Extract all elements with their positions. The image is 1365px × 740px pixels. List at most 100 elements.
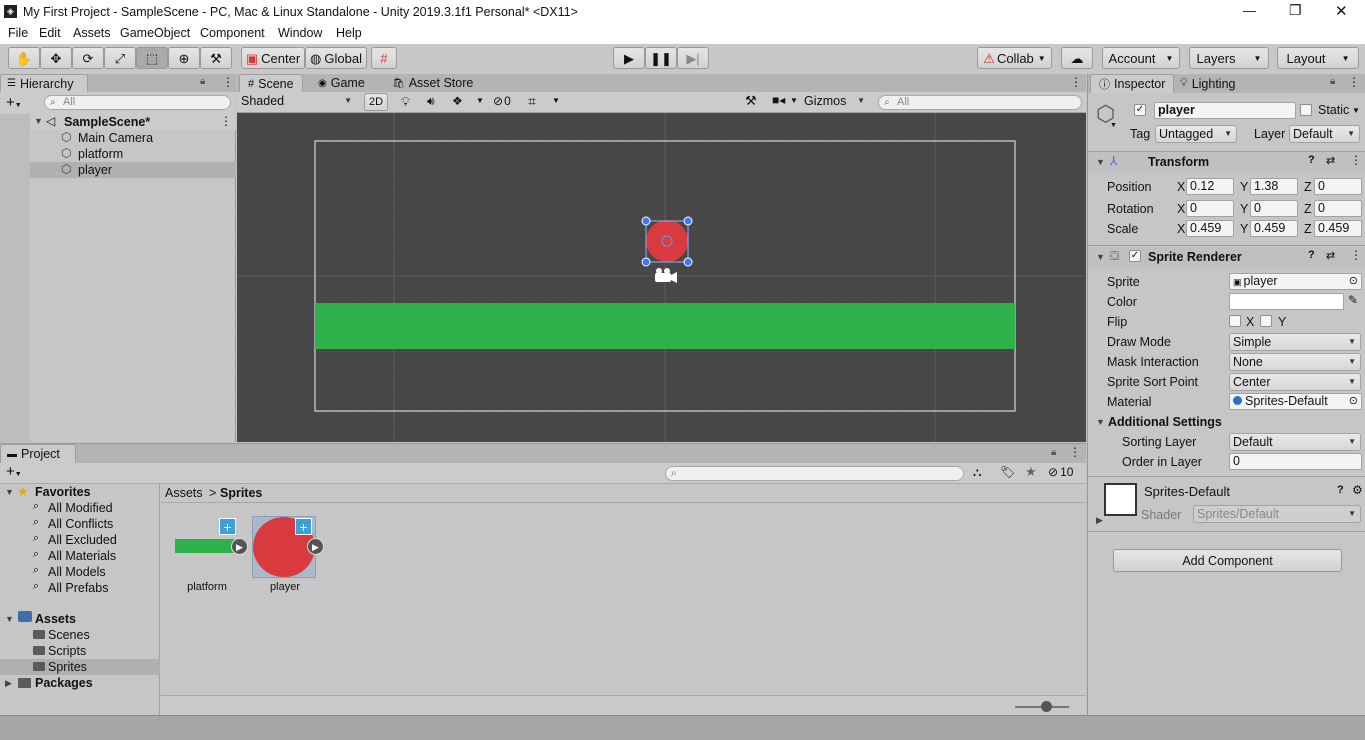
scale-z-field[interactable]: 0.459: [1314, 220, 1362, 237]
eyedropper-icon[interactable]: ✎: [1348, 293, 1358, 307]
search-by-label-icon[interactable]: 🏷︎: [1000, 465, 1015, 479]
sprite-field[interactable]: ▣ player ⊙: [1229, 273, 1362, 290]
audio-toggle-icon[interactable]: 🔊︎: [427, 94, 435, 109]
folder-item-scenes[interactable]: Scenes: [48, 628, 90, 642]
object-picker-icon[interactable]: ⊙: [1349, 394, 1358, 409]
scale-x-field[interactable]: 0.459: [1186, 220, 1234, 237]
preset-icon[interactable]: ⇄: [1326, 154, 1335, 167]
favorite-item[interactable]: All Modified: [48, 501, 113, 515]
tab-inspector[interactable]: ⓘ Inspector: [1090, 74, 1175, 93]
component-menu-icon[interactable]: ⋮: [1350, 248, 1362, 262]
expand-arrow-icon[interactable]: ▼: [5, 487, 14, 497]
tag-dropdown[interactable]: Untagged: [1155, 125, 1237, 143]
material-field[interactable]: Sprites-Default ⊙: [1229, 393, 1362, 410]
effects-toggle-icon[interactable]: ❖: [452, 94, 463, 108]
create-button[interactable]: +▼: [6, 94, 22, 111]
hierarchy-search-input[interactable]: ⌕ All: [44, 95, 231, 110]
search-by-type-icon[interactable]: ⛬: [973, 465, 981, 480]
position-x-field[interactable]: 0.12: [1186, 178, 1234, 195]
panel-menu-icon[interactable]: ⋮: [222, 75, 234, 89]
rect-tool-button[interactable]: ⬚: [136, 47, 168, 69]
favorite-item[interactable]: All Models: [48, 565, 106, 579]
scene-viewport[interactable]: [237, 113, 1086, 442]
cloud-button[interactable]: ☁: [1061, 47, 1093, 69]
active-checkbox[interactable]: ✓: [1134, 104, 1146, 116]
assets-folder-label[interactable]: Assets: [35, 612, 76, 626]
layer-dropdown[interactable]: Default: [1289, 125, 1360, 143]
favorite-item[interactable]: All Conflicts: [48, 517, 113, 531]
sprite-renderer-header[interactable]: ▼ ⛋ ✓ Sprite Renderer ? ⇄ ⋮: [1088, 247, 1365, 267]
asset-tile-player[interactable]: + ▶ player: [251, 514, 324, 600]
folder-item-scripts[interactable]: Scripts: [48, 644, 86, 658]
tab-asset-store[interactable]: 🛍︎ Asset Store: [384, 74, 481, 92]
favorite-item[interactable]: All Excluded: [48, 533, 117, 547]
additional-settings-label[interactable]: Additional Settings: [1108, 415, 1222, 429]
rect-handle[interactable]: [641, 257, 651, 267]
hand-tool-button[interactable]: ✋: [8, 47, 40, 69]
collapse-arrow-icon[interactable]: ▶: [5, 678, 12, 689]
maximize-button[interactable]: ❐: [1289, 2, 1302, 19]
menu-component[interactable]: Component: [200, 26, 265, 40]
scene-canvas[interactable]: [237, 113, 1086, 442]
panel-menu-icon[interactable]: ⋮: [1069, 445, 1081, 459]
rotate-tool-button[interactable]: ⟳: [72, 47, 104, 69]
2d-toggle-button[interactable]: 2D: [364, 93, 388, 111]
scene-menu-icon[interactable]: ⋮: [220, 114, 232, 128]
minimize-button[interactable]: —: [1243, 3, 1256, 18]
move-tool-button[interactable]: ✥: [40, 47, 72, 69]
close-button[interactable]: ✕: [1335, 2, 1348, 20]
menu-file[interactable]: File: [8, 26, 28, 40]
hierarchy-scene-row[interactable]: ▼ ◁ SampleScene* ⋮: [0, 114, 236, 130]
favorite-item[interactable]: All Materials: [48, 549, 116, 563]
static-checkbox[interactable]: [1300, 104, 1312, 116]
project-search-input[interactable]: ⌕: [665, 466, 964, 481]
add-prefab-icon[interactable]: +: [295, 518, 312, 535]
preset-icon[interactable]: ⇄: [1326, 249, 1335, 262]
mask-interaction-dropdown[interactable]: None: [1229, 353, 1361, 371]
hierarchy-item-player[interactable]: ⬡ player: [0, 162, 236, 178]
expand-arrow-icon[interactable]: ▼: [5, 614, 14, 624]
help-icon[interactable]: ?: [1308, 249, 1315, 261]
expand-arrow-icon[interactable]: ▼: [1096, 417, 1105, 427]
tab-scene[interactable]: # Scene: [239, 74, 303, 92]
breadcrumb-sprites[interactable]: Sprites: [220, 486, 262, 500]
color-field[interactable]: [1229, 293, 1344, 310]
asset-tile-platform[interactable]: + ▶ platform: [173, 514, 248, 600]
rotation-y-field[interactable]: 0: [1250, 200, 1298, 217]
menu-gameobject[interactable]: GameObject: [120, 26, 190, 40]
lighting-toggle-icon[interactable]: 💡︎: [401, 94, 410, 110]
panel-menu-icon[interactable]: ⋮: [1070, 75, 1082, 89]
scene-tools-icon[interactable]: ⚒: [745, 93, 757, 109]
create-button[interactable]: +▼: [6, 463, 22, 480]
scene-search-input[interactable]: ⌕ All: [878, 95, 1082, 110]
draw-mode-dropdown[interactable]: Simple: [1229, 333, 1361, 351]
rect-handle[interactable]: [641, 216, 651, 226]
sorting-layer-dropdown[interactable]: Default: [1229, 433, 1361, 451]
expand-arrow-icon[interactable]: ▼: [1096, 157, 1105, 167]
hierarchy-item-main-camera[interactable]: ⬡ Main Camera: [0, 130, 236, 146]
hierarchy-item-platform[interactable]: ⬡ platform: [0, 146, 236, 162]
lock-icon[interactable]: 🔒︎: [200, 76, 205, 87]
sprite-sort-point-dropdown[interactable]: Center: [1229, 373, 1361, 391]
menu-window[interactable]: Window: [278, 26, 322, 40]
scale-tool-button[interactable]: ⤢: [104, 47, 136, 69]
flip-x-checkbox[interactable]: [1229, 315, 1241, 327]
panel-menu-icon[interactable]: ⋮: [1348, 75, 1360, 89]
menu-edit[interactable]: Edit: [39, 26, 61, 40]
menu-assets[interactable]: Assets: [73, 26, 111, 40]
grid-toggle-icon[interactable]: ⌗: [528, 93, 536, 110]
rotation-z-field[interactable]: 0: [1314, 200, 1362, 217]
object-name-field[interactable]: player: [1154, 102, 1296, 119]
favorite-star-icon[interactable]: ★: [1025, 464, 1037, 480]
flip-y-checkbox[interactable]: [1260, 315, 1272, 327]
lock-icon[interactable]: 🔒︎: [1330, 76, 1335, 87]
scale-y-field[interactable]: 0.459: [1250, 220, 1298, 237]
pause-button[interactable]: ❚❚: [645, 47, 677, 69]
gizmos-dropdown[interactable]: Gizmos: [801, 93, 869, 111]
menu-help[interactable]: Help: [336, 26, 362, 40]
camera-toggle-icon[interactable]: ■◂: [772, 93, 785, 107]
hidden-packages-icon[interactable]: ⊘ 10: [1048, 465, 1073, 479]
add-component-button[interactable]: Add Component: [1113, 549, 1342, 572]
pivot-global-button[interactable]: ◍ Global: [305, 47, 367, 69]
component-menu-icon[interactable]: ⋮: [1350, 153, 1362, 167]
